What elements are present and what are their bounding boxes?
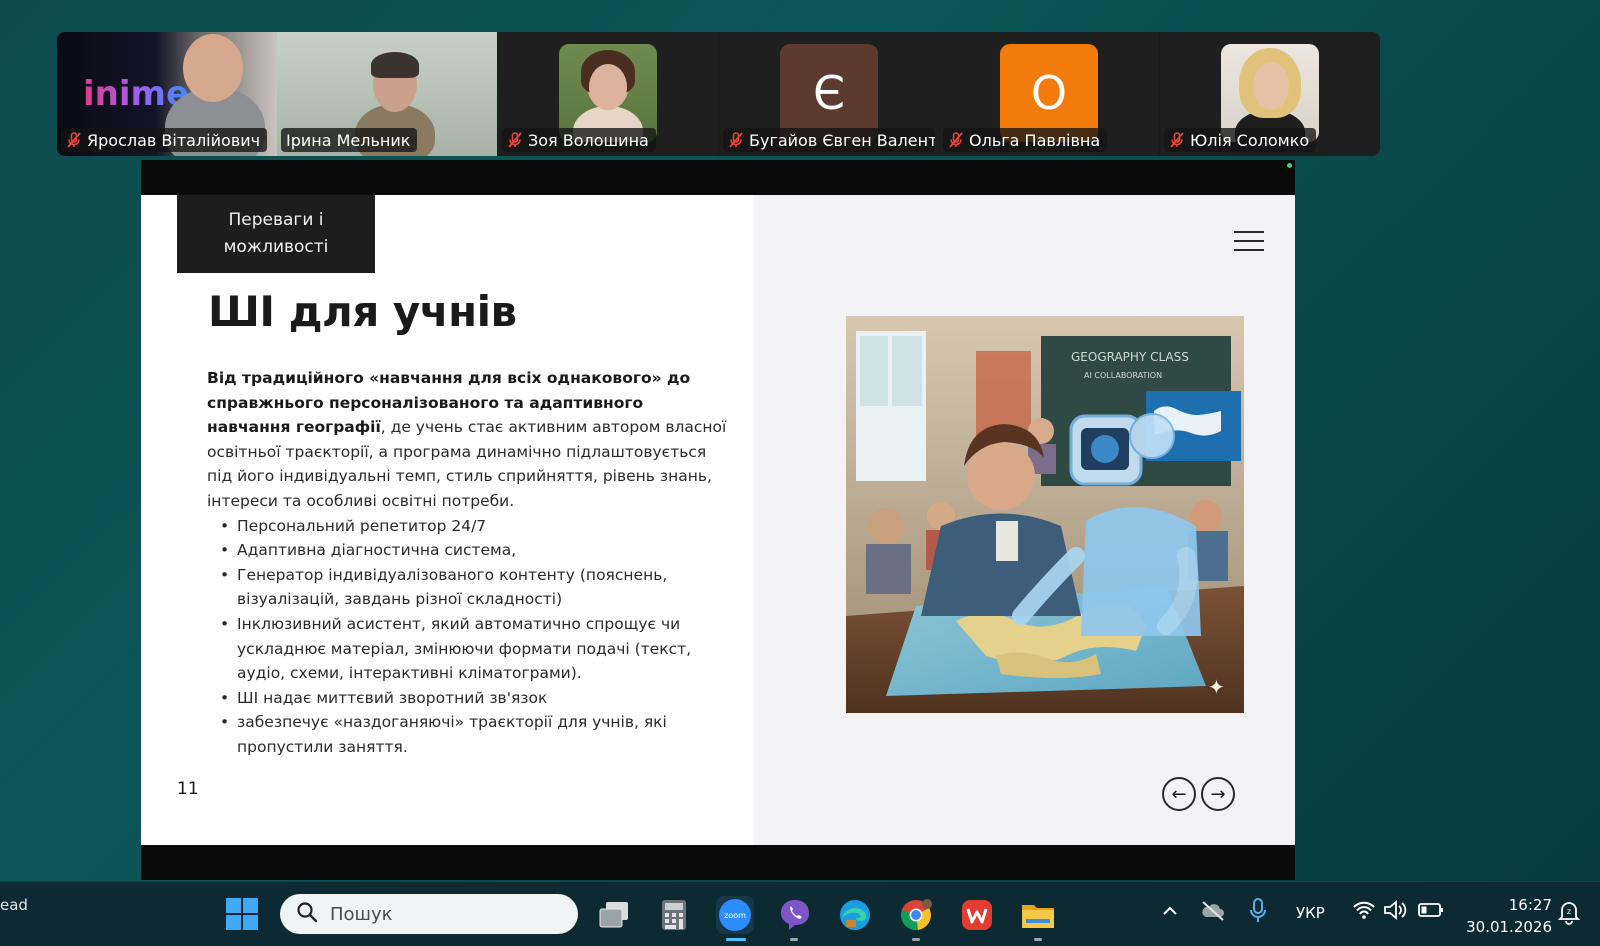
slide-page-number: 11 — [177, 779, 199, 799]
participant-name-tag: Бугайов Євген Валент... — [723, 128, 935, 152]
taskbar: ead zoom УКР — [0, 881, 1600, 946]
list-item: Інклюзивний асистент, який автоматично с… — [207, 612, 727, 686]
board-text: GEOGRAPHY CLASS — [1071, 350, 1189, 364]
presentation-slide: Переваги і можливості ШІ для учнів Від т… — [141, 195, 1295, 845]
board-subtext: AI COLLABORATION — [1084, 371, 1162, 380]
volume-icon[interactable] — [1383, 900, 1409, 924]
mic-muted-icon — [507, 132, 523, 148]
participant-tile[interactable]: Є Бугайов Євген Валент... — [719, 32, 939, 156]
prev-slide-button[interactable]: ← — [1162, 777, 1196, 811]
participant-strip: inime Ярослав Віталійович Ірина Мельник — [57, 32, 1380, 156]
explorer-running-indicator — [1034, 938, 1042, 941]
list-item: забезпечує «наздоганяючі» траєкторії для… — [207, 710, 727, 759]
edge-icon[interactable] — [836, 896, 874, 934]
participant-name: Юлія Соломко — [1190, 130, 1310, 150]
participant-name-tag: Ярослав Віталійович — [61, 128, 268, 152]
search-icon — [296, 901, 318, 927]
battery-icon[interactable] — [1418, 902, 1444, 922]
participant-tile-active-speaker[interactable]: Ірина Мельник — [277, 32, 497, 156]
language-indicator[interactable]: УКР — [1296, 904, 1325, 922]
calculator-icon[interactable] — [655, 896, 693, 934]
chrome-icon[interactable] — [897, 896, 935, 934]
zoom-active-indicator — [726, 938, 746, 941]
list-item: Адаптивна діагностична система, — [207, 538, 727, 563]
participant-tile[interactable]: Юлія Соломко — [1160, 32, 1380, 156]
mic-muted-icon — [1169, 132, 1185, 148]
mic-muted-icon — [948, 132, 964, 148]
notification-bell-icon[interactable]: z — [1557, 899, 1581, 929]
clock-time: 16:27 — [1508, 896, 1552, 914]
slide-title: ШІ для учнів — [208, 287, 517, 336]
sharing-indicator — [1287, 163, 1292, 168]
participant-name-tag: Юлія Соломко — [1164, 128, 1317, 152]
chevron-up-icon[interactable] — [1161, 902, 1179, 924]
participant-name-tag: Ольга Павлівна — [943, 128, 1108, 152]
participant-tile[interactable]: О Ольга Павлівна — [939, 32, 1159, 156]
participant-name-tag: Зоя Волошина — [502, 128, 656, 152]
zoom-icon[interactable]: zoom — [716, 896, 754, 934]
menu-icon[interactable] — [1234, 229, 1264, 253]
taskbar-left-text: ead — [0, 896, 28, 914]
microphone-icon[interactable] — [1249, 898, 1267, 928]
participant-name: Ярослав Віталійович — [87, 130, 261, 150]
wifi-icon[interactable] — [1352, 900, 1376, 924]
sparkle-icon: ✦ — [1208, 675, 1225, 699]
clock[interactable]: 16:27 30.01.2026 — [1448, 894, 1552, 938]
viber-icon[interactable] — [776, 896, 814, 934]
slide-intro: Від традиційного «навчання для всіх одна… — [207, 366, 727, 514]
wps-icon[interactable] — [958, 896, 996, 934]
slide-body: Від традиційного «навчання для всіх одна… — [207, 366, 727, 760]
viber-running-indicator — [790, 938, 798, 941]
clock-date: 30.01.2026 — [1466, 918, 1552, 936]
start-button[interactable] — [226, 898, 259, 931]
search-input[interactable] — [330, 903, 560, 925]
taskbar-search[interactable] — [280, 894, 578, 934]
mic-muted-icon — [66, 132, 82, 148]
file-explorer-icon[interactable] — [1019, 896, 1057, 934]
list-item: Персональний репетитор 24/7 — [207, 514, 727, 539]
participant-tile[interactable]: inime Ярослав Віталійович — [57, 32, 277, 156]
mic-muted-icon — [728, 132, 744, 148]
participant-name-tag: Ірина Мельник — [281, 128, 418, 152]
task-view-icon[interactable] — [595, 896, 633, 934]
participant-tile[interactable]: Зоя Волошина — [498, 32, 718, 156]
participant-name: Ірина Мельник — [286, 130, 411, 150]
chrome-running-indicator — [912, 938, 920, 941]
list-item: Генератор індивідуалізованого контенту (… — [207, 563, 727, 612]
participant-name: Бугайов Євген Валент... — [749, 130, 935, 150]
participant-name: Ольга Павлівна — [969, 130, 1101, 150]
slide-bullet-list: Персональний репетитор 24/7 Адаптивна ді… — [207, 514, 727, 760]
list-item: ШІ надає миттєвий зворотний зв'язок — [207, 686, 727, 711]
classroom-robot-image: GEOGRAPHY CLASS AI COLLABORATION ✦ — [846, 316, 1244, 713]
svg-text:z: z — [1567, 907, 1571, 916]
participant-name: Зоя Волошина — [528, 130, 649, 150]
cloud-off-icon[interactable] — [1200, 900, 1226, 926]
next-slide-button[interactable]: → — [1201, 777, 1235, 811]
section-tag: Переваги і можливості — [177, 195, 375, 273]
svg-text:zoom: zoom — [724, 911, 746, 920]
